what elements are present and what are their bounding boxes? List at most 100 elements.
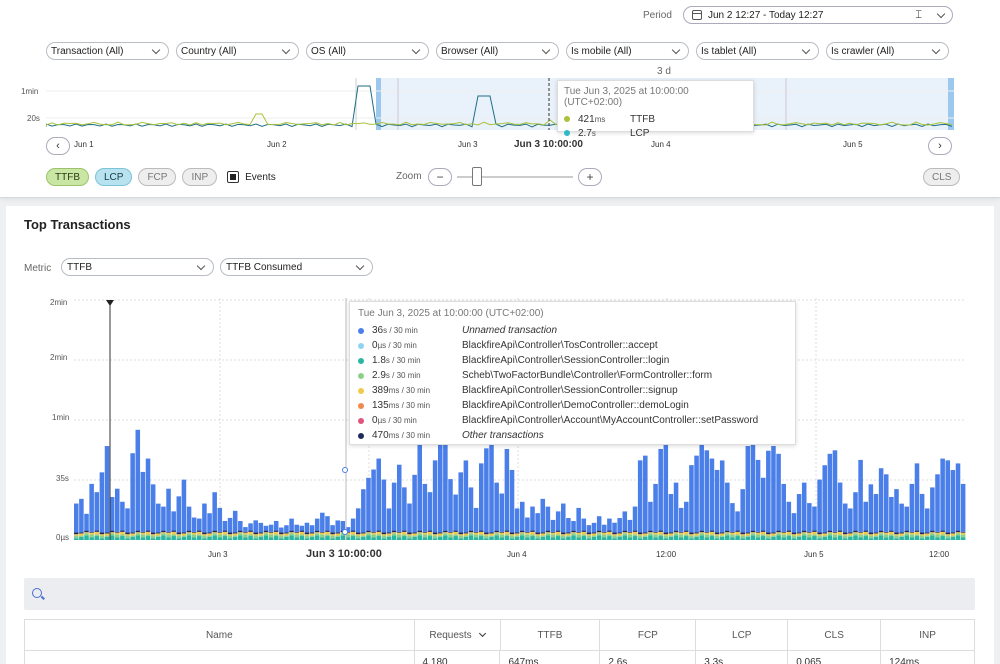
bar-unnamed[interactable] bbox=[591, 522, 597, 533]
bar-unnamed[interactable] bbox=[786, 501, 792, 531]
toggle-inp[interactable]: INP bbox=[182, 168, 218, 186]
bar-unnamed[interactable] bbox=[791, 513, 797, 533]
bar-unnamed[interactable] bbox=[689, 465, 694, 533]
bar-unnamed[interactable] bbox=[576, 507, 581, 532]
bar-unnamed[interactable] bbox=[156, 503, 161, 533]
bar-unnamed[interactable] bbox=[894, 489, 899, 533]
bar-unnamed[interactable] bbox=[99, 472, 105, 533]
bar-unnamed[interactable] bbox=[730, 503, 735, 532]
bar-unnamed[interactable] bbox=[161, 506, 166, 531]
column-header[interactable]: Requests bbox=[415, 620, 501, 650]
search-input[interactable] bbox=[24, 578, 975, 610]
bar-unnamed[interactable] bbox=[202, 503, 207, 533]
bar-unnamed[interactable] bbox=[602, 524, 607, 532]
bar-unnamed[interactable] bbox=[725, 482, 730, 531]
zoom-out-button[interactable]: − bbox=[428, 168, 452, 186]
bar-unnamed[interactable] bbox=[637, 460, 643, 533]
bar-unnamed[interactable] bbox=[325, 516, 330, 531]
events-checkbox[interactable]: Events bbox=[227, 171, 276, 183]
bar-unnamed[interactable] bbox=[171, 511, 176, 531]
bar-unnamed[interactable] bbox=[622, 511, 628, 531]
bar-unnamed[interactable] bbox=[771, 446, 776, 533]
bar-unnamed[interactable] bbox=[822, 465, 827, 533]
bar-unnamed[interactable] bbox=[427, 492, 433, 531]
bar-unnamed[interactable] bbox=[248, 523, 253, 531]
bar-unnamed[interactable] bbox=[709, 458, 715, 531]
bar-unnamed[interactable] bbox=[458, 472, 464, 533]
bar-unnamed[interactable] bbox=[494, 482, 499, 531]
bar-unnamed[interactable] bbox=[550, 519, 556, 532]
bar-unnamed[interactable] bbox=[258, 522, 264, 533]
bar-unnamed[interactable] bbox=[422, 483, 428, 532]
bar-unnamed[interactable] bbox=[478, 463, 484, 531]
bar-unnamed[interactable] bbox=[504, 448, 510, 531]
bar-unnamed[interactable] bbox=[796, 494, 802, 533]
bar-unnamed[interactable] bbox=[484, 448, 489, 533]
bar-unnamed[interactable] bbox=[889, 496, 894, 531]
bar-unnamed[interactable] bbox=[643, 455, 648, 533]
bar-unnamed[interactable] bbox=[109, 497, 115, 531]
bar-unnamed[interactable] bbox=[84, 513, 89, 531]
bar-unnamed[interactable] bbox=[530, 506, 535, 531]
bar-unnamed[interactable] bbox=[842, 503, 848, 533]
bar-unnamed[interactable] bbox=[940, 458, 945, 531]
bar-unnamed[interactable] bbox=[919, 493, 925, 533]
bar-unnamed[interactable] bbox=[873, 494, 879, 533]
bar-unnamed[interactable] bbox=[520, 501, 525, 531]
bar-unnamed[interactable] bbox=[837, 482, 843, 531]
bar-unnamed[interactable] bbox=[540, 498, 546, 533]
bar-unnamed[interactable] bbox=[950, 470, 956, 533]
bar-unnamed[interactable] bbox=[694, 455, 699, 533]
bar-unnamed[interactable] bbox=[407, 503, 412, 533]
filter-os[interactable]: OS (All) bbox=[306, 42, 429, 60]
bar-unnamed[interactable] bbox=[309, 525, 315, 533]
bar-unnamed[interactable] bbox=[79, 498, 84, 533]
bar-unnamed[interactable] bbox=[176, 496, 182, 533]
bar-unnamed[interactable] bbox=[684, 501, 689, 531]
bar-unnamed[interactable] bbox=[381, 479, 387, 533]
bar-unnamed[interactable] bbox=[863, 501, 868, 531]
column-header[interactable]: FCP bbox=[600, 620, 697, 650]
bar-unnamed[interactable] bbox=[468, 487, 474, 531]
bar-unnamed[interactable] bbox=[181, 479, 187, 533]
bar-unnamed[interactable] bbox=[525, 517, 530, 532]
bar-unnamed[interactable] bbox=[909, 483, 915, 532]
bar-unnamed[interactable] bbox=[453, 494, 458, 531]
bar-unnamed[interactable] bbox=[868, 484, 874, 533]
next-button[interactable]: › bbox=[928, 137, 952, 155]
table-row[interactable]: 4,180 647ms 2.6s 3.3s 0.065 124ms bbox=[25, 650, 974, 664]
bar-unnamed[interactable] bbox=[314, 518, 320, 531]
bar-unnamed[interactable] bbox=[858, 459, 863, 532]
bar-unnamed[interactable] bbox=[263, 525, 269, 531]
filter-country[interactable]: Country (All) bbox=[176, 42, 299, 60]
column-header[interactable]: CLS bbox=[788, 620, 882, 650]
bar-unnamed[interactable] bbox=[355, 508, 361, 533]
bar-unnamed[interactable] bbox=[391, 482, 397, 531]
selection-handle-right[interactable] bbox=[948, 78, 954, 130]
bar-unnamed[interactable] bbox=[212, 492, 217, 531]
bar-unnamed[interactable] bbox=[150, 484, 156, 533]
bar-unnamed[interactable] bbox=[74, 503, 79, 533]
bar-unnamed[interactable] bbox=[299, 525, 305, 531]
bar-unnamed[interactable] bbox=[776, 453, 781, 531]
aggregate-select[interactable]: TTFB Consumed bbox=[220, 258, 373, 276]
toggle-ttfb[interactable]: TTFB bbox=[46, 168, 89, 186]
period-select[interactable]: Jun 2 12:27 - Today 12:27 ⌶ bbox=[683, 6, 953, 24]
bar-unnamed[interactable] bbox=[801, 482, 807, 531]
bar-unnamed[interactable] bbox=[243, 527, 248, 532]
bar-unnamed[interactable] bbox=[197, 518, 202, 531]
bar-unnamed[interactable] bbox=[238, 521, 243, 531]
bar-unnamed[interactable] bbox=[268, 524, 274, 532]
bar-unnamed[interactable] bbox=[755, 459, 761, 532]
bar-unnamed[interactable] bbox=[740, 489, 745, 533]
bar-unnamed[interactable] bbox=[222, 520, 228, 531]
bar-unnamed[interactable] bbox=[555, 511, 561, 531]
bar-unnamed[interactable] bbox=[627, 519, 633, 532]
bar-unnamed[interactable] bbox=[955, 463, 961, 531]
bar-unnamed[interactable] bbox=[904, 506, 910, 531]
bar-unnamed[interactable] bbox=[499, 493, 505, 532]
bar-unnamed[interactable] bbox=[140, 471, 146, 532]
bar-unnamed[interactable] bbox=[714, 469, 720, 533]
bar-unnamed[interactable] bbox=[386, 508, 392, 533]
column-header[interactable]: LCP bbox=[696, 620, 789, 650]
